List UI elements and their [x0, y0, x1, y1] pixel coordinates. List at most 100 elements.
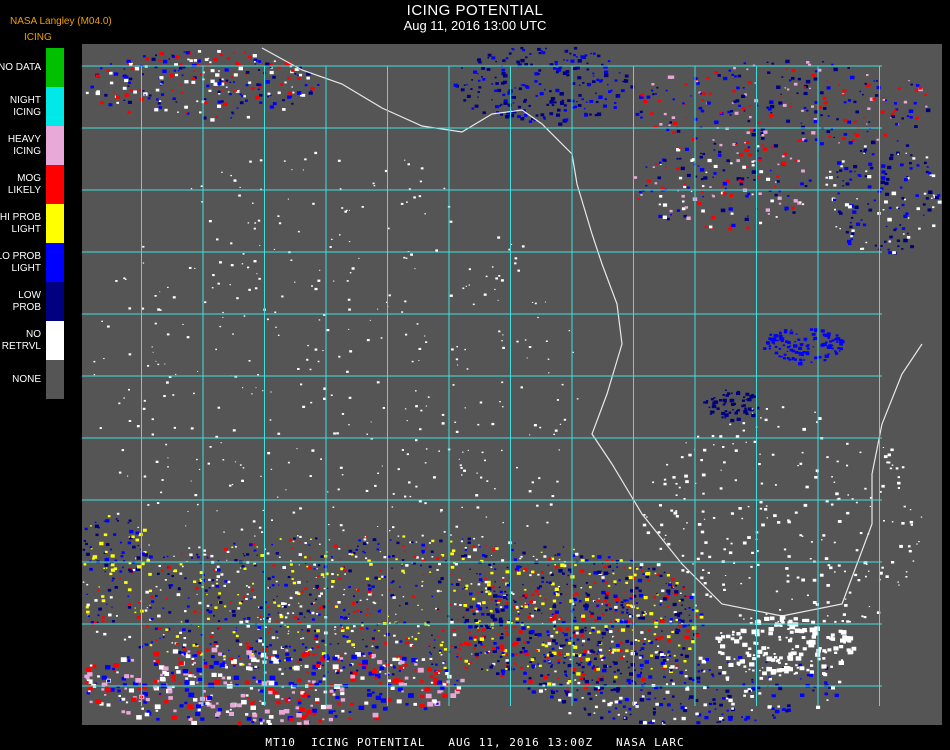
- icing-pixel: [229, 708, 232, 711]
- icing-pixel: [164, 672, 169, 676]
- icing-pixel: [411, 636, 414, 638]
- icing-pixel: [585, 598, 589, 602]
- icing-pixel: [838, 680, 842, 684]
- icing-pixel: [806, 109, 809, 112]
- icing-pixel: [838, 142, 840, 144]
- icing-pixel: [514, 662, 516, 664]
- icing-pixel: [421, 534, 424, 537]
- icing-pixel: [194, 676, 197, 678]
- icing-pixel: [456, 346, 458, 348]
- icing-pixel: [885, 225, 888, 228]
- icing-pixel: [932, 224, 936, 228]
- icing-pixel: [480, 591, 483, 593]
- icing-pixel: [811, 73, 816, 77]
- icing-pixel: [233, 542, 236, 545]
- icing-pixel: [277, 432, 281, 435]
- icing-pixel: [793, 82, 798, 86]
- icing-pixel: [127, 110, 132, 114]
- icing-pixel: [603, 664, 608, 668]
- icing-pixel: [575, 662, 578, 664]
- icing-pixel: [709, 225, 712, 228]
- icing-pixel: [187, 597, 190, 599]
- icing-pixel: [337, 159, 341, 162]
- icing-pixel: [196, 556, 200, 559]
- icing-pixel: [577, 76, 582, 80]
- icing-pixel: [502, 59, 506, 63]
- icing-pixel: [362, 666, 366, 670]
- icing-pixel: [149, 604, 151, 606]
- icing-pixel: [697, 523, 702, 526]
- icing-pixel: [547, 682, 552, 686]
- icing-pixel: [473, 548, 477, 552]
- icing-pixel: [685, 480, 689, 484]
- icing-pixel: [899, 224, 902, 226]
- icing-pixel: [568, 330, 571, 332]
- icing-pixel: [644, 660, 649, 664]
- icing-pixel: [826, 615, 829, 617]
- icing-pixel: [647, 640, 651, 643]
- icing-pixel: [597, 555, 602, 559]
- icing-pixel: [240, 693, 245, 698]
- icing-pixel: [630, 663, 635, 667]
- icing-pixel: [552, 599, 557, 603]
- icing-pixel: [497, 598, 501, 602]
- icing-pixel: [781, 155, 785, 158]
- icing-pixel: [596, 599, 601, 602]
- icing-pixel: [217, 628, 219, 630]
- icing-pixel: [686, 173, 691, 177]
- icing-pixel: [185, 677, 189, 680]
- icing-pixel: [350, 674, 356, 679]
- icing-pixel: [651, 83, 655, 86]
- icing-pixel: [747, 215, 749, 217]
- icing-pixel: [594, 657, 597, 660]
- icing-pixel: [463, 665, 465, 667]
- icing-pixel: [802, 618, 806, 622]
- icing-pixel: [138, 532, 143, 537]
- icing-pixel: [577, 59, 582, 63]
- icing-pixel: [506, 594, 509, 596]
- icing-pixel: [255, 95, 260, 99]
- icing-pixel: [242, 253, 245, 255]
- icing-pixel: [880, 110, 885, 114]
- icing-pixel: [429, 657, 433, 660]
- icing-pixel: [573, 46, 578, 50]
- icing-pixel: [800, 343, 803, 346]
- icing-pixel: [230, 264, 234, 267]
- icing-pixel: [722, 394, 725, 396]
- icing-pixel: [304, 158, 307, 161]
- icing-pixel: [107, 325, 110, 328]
- icing-pixel: [576, 101, 578, 103]
- icing-pixel: [526, 665, 529, 668]
- icing-pixel: [467, 537, 471, 541]
- icing-pixel: [705, 593, 709, 596]
- icing-pixel: [815, 603, 819, 606]
- icing-pixel: [607, 60, 611, 63]
- icing-pixel: [491, 99, 493, 101]
- icing-pixel: [348, 209, 350, 211]
- icing-pixel: [159, 637, 161, 639]
- icing-pixel: [265, 656, 268, 659]
- icing-pixel: [756, 145, 760, 148]
- icing-pixel: [421, 549, 425, 553]
- icing-pixel: [751, 681, 754, 683]
- icing-pixel: [455, 583, 460, 586]
- icing-pixel: [256, 546, 259, 548]
- icing-pixel: [757, 121, 761, 124]
- icing-pixel: [537, 593, 540, 596]
- icing-pixel: [258, 667, 260, 669]
- icing-pixel: [736, 410, 738, 412]
- icing-pixel: [829, 170, 832, 173]
- icing-pixel: [106, 603, 108, 605]
- icing-pixel: [809, 558, 812, 560]
- icing-pixel: [629, 672, 634, 676]
- icing-pixel: [327, 671, 329, 673]
- icing-pixel: [696, 557, 700, 561]
- icing-pixel: [350, 671, 353, 674]
- icing-pixel: [461, 557, 465, 561]
- icing-pixel: [653, 596, 657, 599]
- icing-pixel: [105, 686, 109, 689]
- icing-pixel: [559, 644, 564, 648]
- icing-pixel: [580, 662, 583, 664]
- icing-pixel: [767, 107, 772, 111]
- icing-pixel: [473, 647, 476, 650]
